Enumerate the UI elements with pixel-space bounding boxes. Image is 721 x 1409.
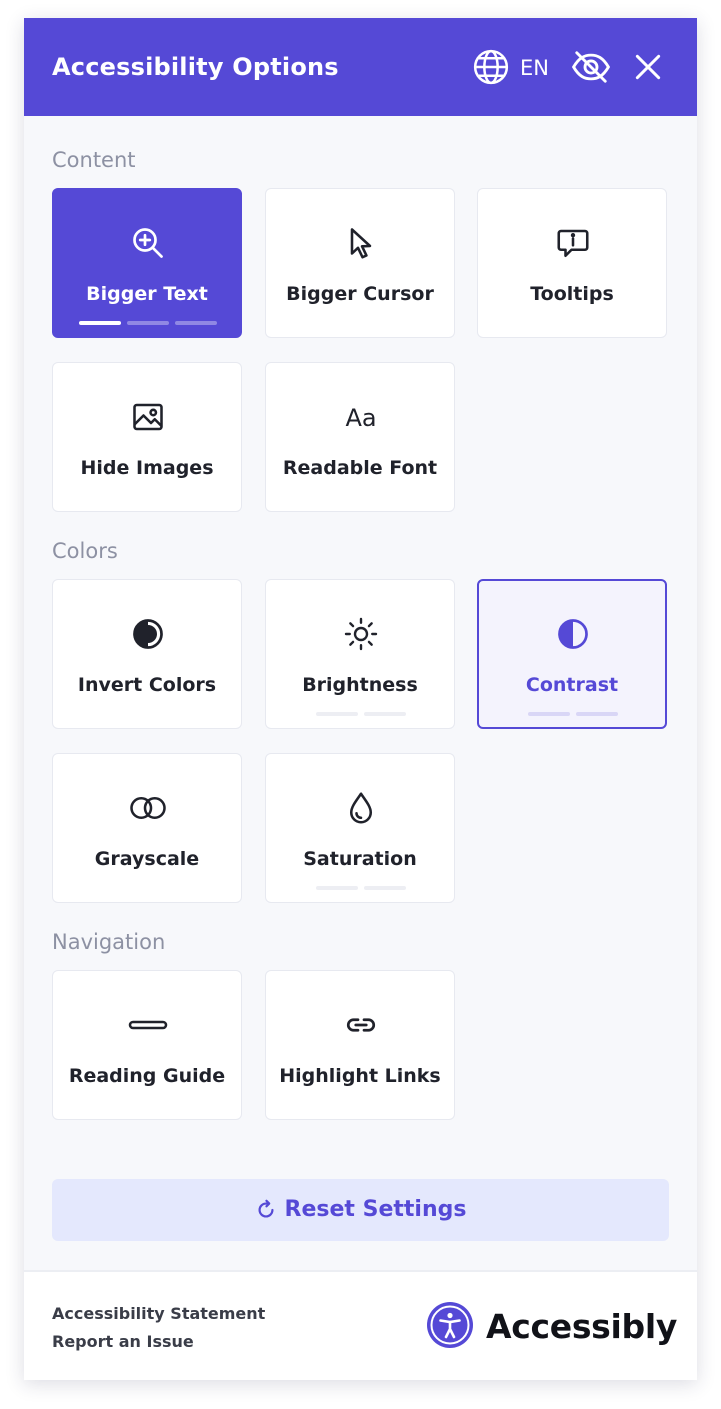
accessibility-statement-link[interactable]: Accessibility Statement	[52, 1303, 265, 1325]
option-contrast[interactable]: Contrast	[477, 579, 667, 729]
option-tooltips[interactable]: Tooltips	[477, 188, 667, 338]
option-bigger-text[interactable]: Bigger Text	[52, 188, 242, 338]
option-highlight-links[interactable]: Highlight Links	[265, 970, 455, 1120]
grayscale-icon	[130, 796, 166, 820]
eye-slash-icon[interactable]	[570, 48, 612, 86]
reset-icon	[258, 1199, 274, 1218]
option-label: Contrast	[525, 674, 619, 696]
level-indicator	[53, 321, 241, 325]
section-label-colors: Colors	[52, 539, 118, 563]
reset-settings-label: Reset Settings	[284, 1197, 467, 1222]
option-bigger-cursor[interactable]: Bigger Cursor	[265, 188, 455, 338]
option-label: Highlight Links	[279, 1065, 441, 1087]
font-icon: Aa	[345, 404, 376, 432]
report-issue-link[interactable]: Report an Issue	[52, 1331, 194, 1353]
zoom-in-icon	[133, 228, 163, 258]
option-grayscale[interactable]: Grayscale	[52, 753, 242, 903]
language-label[interactable]: EN	[520, 54, 549, 82]
droplet-icon	[349, 792, 373, 824]
section-label-navigation: Navigation	[52, 930, 166, 954]
option-label: Tooltips	[530, 283, 614, 305]
cursor-icon	[350, 228, 372, 259]
sun-icon	[344, 617, 378, 651]
svg-text:Aa: Aa	[345, 404, 376, 432]
panel-title: Accessibility Options	[52, 53, 339, 81]
contrast-icon	[558, 619, 588, 649]
option-saturation[interactable]: Saturation	[265, 753, 455, 903]
option-invert-colors[interactable]: Invert Colors	[52, 579, 242, 729]
globe-icon[interactable]	[472, 48, 510, 86]
level-indicator	[266, 712, 454, 716]
accessibility-person-icon	[427, 1302, 473, 1348]
image-icon	[133, 403, 163, 431]
invert-icon	[133, 619, 163, 649]
option-label: Reading Guide	[68, 1065, 226, 1087]
option-readable-font[interactable]: Aa Readable Font	[265, 362, 455, 512]
option-reading-guide[interactable]: Reading Guide	[52, 970, 242, 1120]
level-indicator	[266, 886, 454, 890]
option-label: Grayscale	[94, 848, 200, 870]
section-label-content: Content	[52, 148, 136, 172]
option-label: Readable Font	[282, 457, 438, 479]
option-label: Bigger Text	[86, 283, 208, 305]
reading-guide-icon	[128, 1020, 168, 1030]
close-icon[interactable]	[632, 51, 664, 83]
panel-header: Accessibility Options EN	[24, 18, 697, 116]
tooltip-icon	[557, 229, 589, 258]
panel-footer: Accessibility Statement Report an Issue …	[24, 1270, 697, 1380]
brand-name: Accessibly	[486, 1307, 678, 1346]
option-label: Hide Images	[80, 457, 214, 479]
option-hide-images[interactable]: Hide Images	[52, 362, 242, 512]
option-label: Saturation	[303, 848, 417, 870]
option-label: Invert Colors	[77, 674, 217, 696]
reset-settings-button[interactable]: Reset Settings	[52, 1179, 669, 1241]
accessibility-panel: Accessibility Options EN Content Bigger …	[24, 18, 697, 1380]
level-indicator	[479, 712, 665, 716]
option-label: Bigger Cursor	[286, 283, 434, 305]
option-label: Brightness	[302, 674, 418, 696]
link-icon	[346, 1018, 376, 1032]
option-brightness[interactable]: Brightness	[265, 579, 455, 729]
